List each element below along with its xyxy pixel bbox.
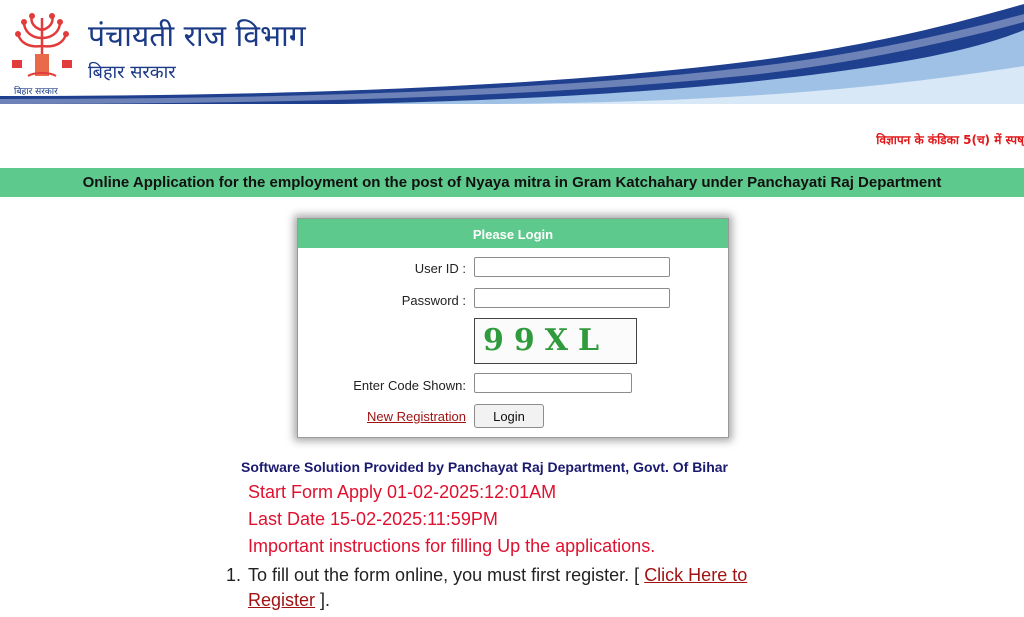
site-header: पंचायती राज विभाग बिहार सरकार बिहार सरका… (0, 0, 1024, 104)
state-subtitle: बिहार सरकार (88, 62, 176, 83)
user-id-label: User ID : (414, 261, 466, 276)
emblem-caption: बिहार सरकार (14, 87, 58, 97)
list-item-tail: ]. (320, 590, 331, 610)
login-heading: Please Login (298, 219, 728, 248)
password-input[interactable] (474, 288, 670, 308)
password-label: Password : (401, 293, 466, 308)
software-credit: Software Solution Provided by Panchayat … (241, 459, 728, 475)
code-label: Enter Code Shown: (353, 378, 466, 393)
instructions-list: 1. To fill out the form online, you must… (226, 563, 808, 613)
list-item-number: 1. (226, 565, 242, 585)
instructions-heading: Important instructions for filling Up th… (248, 536, 656, 556)
login-button[interactable]: Login (474, 404, 544, 428)
advertisement-notice[interactable]: विज्ञापन के कंडिका 5(च) में स्पष् (876, 131, 1024, 148)
captcha-code-input[interactable] (474, 373, 632, 393)
list-item-text: To fill out the form online, you must fi… (248, 565, 640, 585)
captcha-text: 99XL (483, 323, 610, 358)
user-id-input[interactable] (474, 257, 670, 277)
application-banner: Online Application for the employment on… (0, 168, 1024, 197)
bihar-emblem-icon (12, 13, 72, 77)
list-item: 1. To fill out the form online, you must… (226, 563, 808, 613)
department-title: पंचायती राज विभाग (88, 19, 306, 54)
banner-title: Online Application for the employment on… (82, 174, 942, 191)
new-registration-link[interactable]: New Registration (367, 409, 466, 424)
login-panel: Please Login User ID : Password : 99XL E… (297, 218, 729, 438)
captcha-image: 99XL (474, 318, 637, 364)
start-date-text: Start Form Apply 01-02-2025:12:01AM (248, 482, 557, 502)
last-date-text: Last Date 15-02-2025:11:59PM (248, 509, 498, 529)
